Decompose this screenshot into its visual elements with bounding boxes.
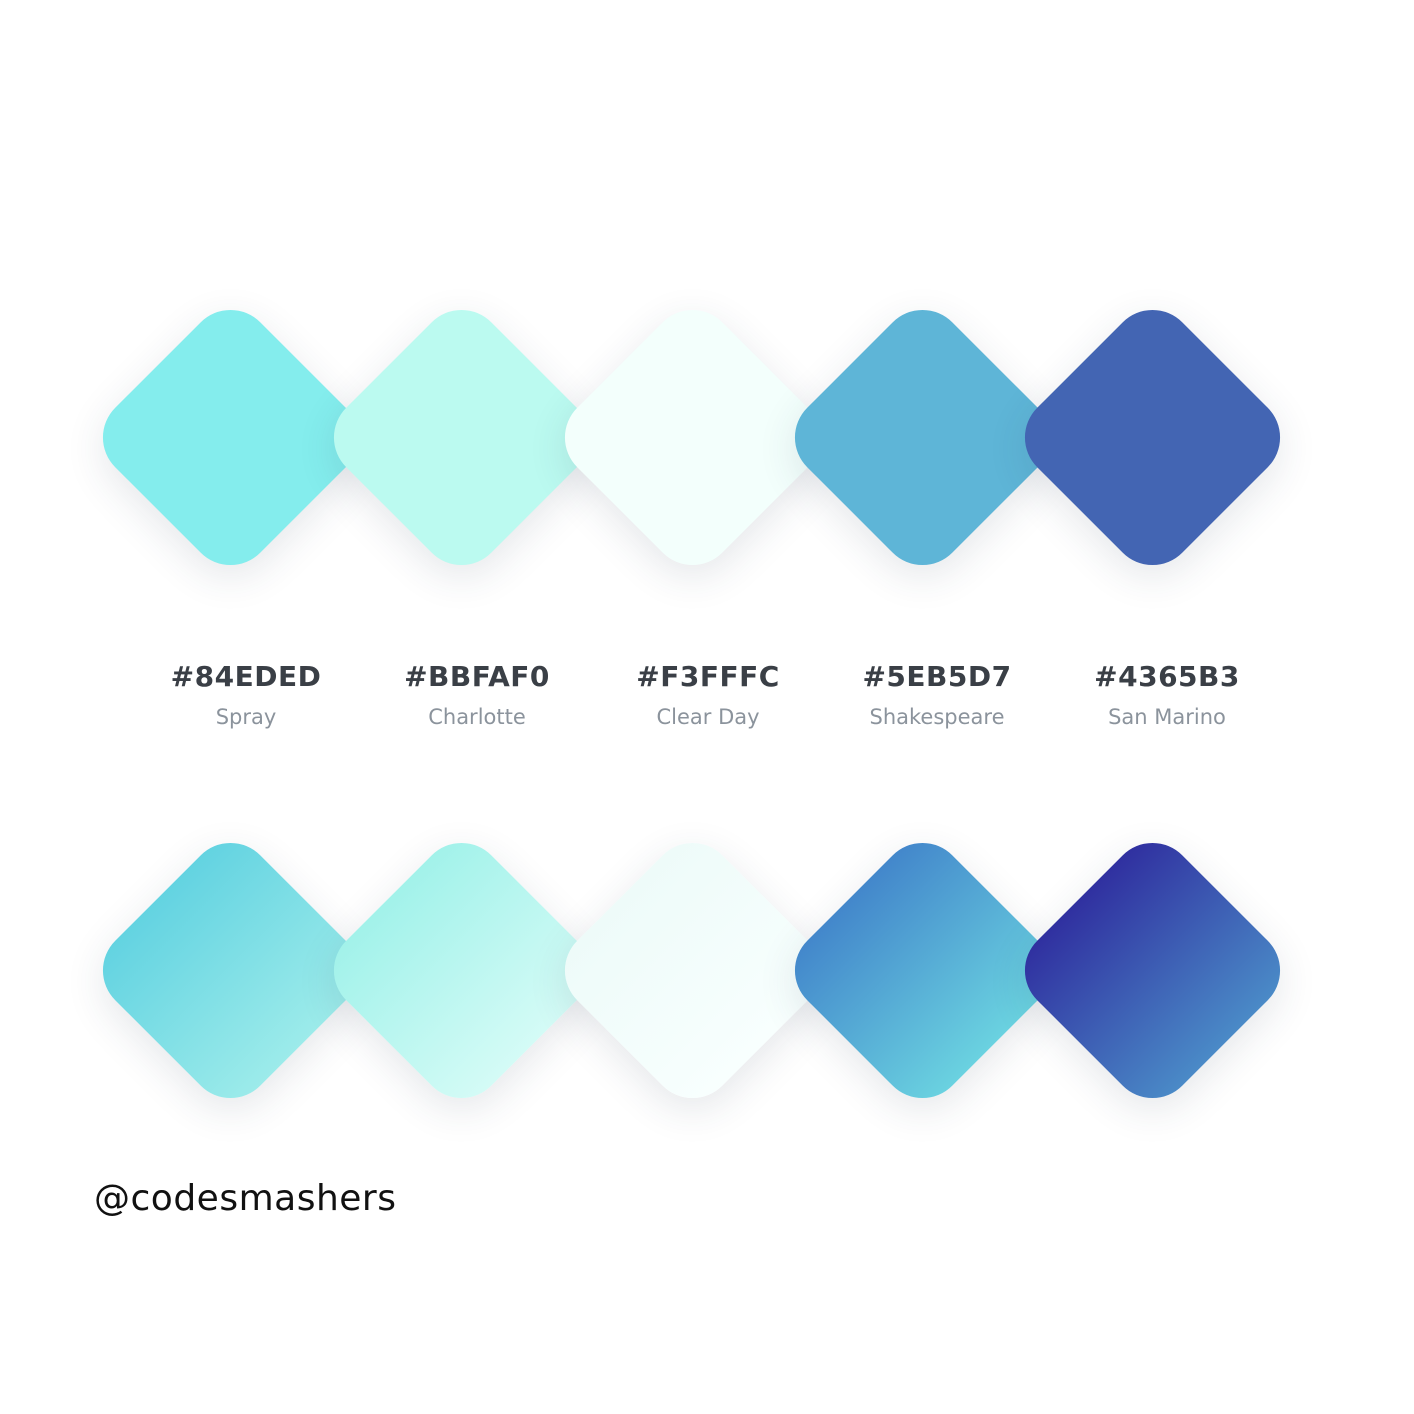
solid-swatch-row (0, 290, 1414, 590)
hex-code: #84EDED (170, 660, 322, 693)
gradient-swatch-row (0, 823, 1414, 1123)
gradient-swatch-spray (85, 825, 376, 1116)
label-shakespeare: #5EB5D7 Shakespeare (817, 660, 1057, 730)
color-name: San Marino (1108, 705, 1226, 729)
hex-code: #5EB5D7 (862, 660, 1012, 693)
gradient-swatch-charlotte (316, 825, 607, 1116)
color-name: Spray (215, 705, 277, 729)
swatch-spray (85, 292, 376, 583)
color-name: Charlotte (428, 705, 526, 729)
label-charlotte: #BBFAF0 Charlotte (357, 660, 597, 730)
label-san-marino: #4365B3 San Marino (1047, 660, 1287, 730)
swatch-charlotte (316, 292, 607, 583)
label-spray: #84EDED Spray (126, 660, 366, 730)
color-labels: #84EDED Spray #BBFAF0 Charlotte #F3FFFC … (0, 660, 1414, 760)
hex-code: #F3FFFC (636, 660, 780, 693)
color-name: Shakespeare (869, 705, 1005, 729)
hex-code: #4365B3 (1094, 660, 1240, 693)
gradient-swatch-san-marino (1007, 825, 1298, 1116)
hex-code: #BBFAF0 (404, 660, 550, 693)
watermark-handle: @codesmashers (94, 1178, 397, 1219)
swatch-san-marino (1007, 292, 1298, 583)
label-clear-day: #F3FFFC Clear Day (588, 660, 828, 730)
color-name: Clear Day (656, 705, 760, 729)
